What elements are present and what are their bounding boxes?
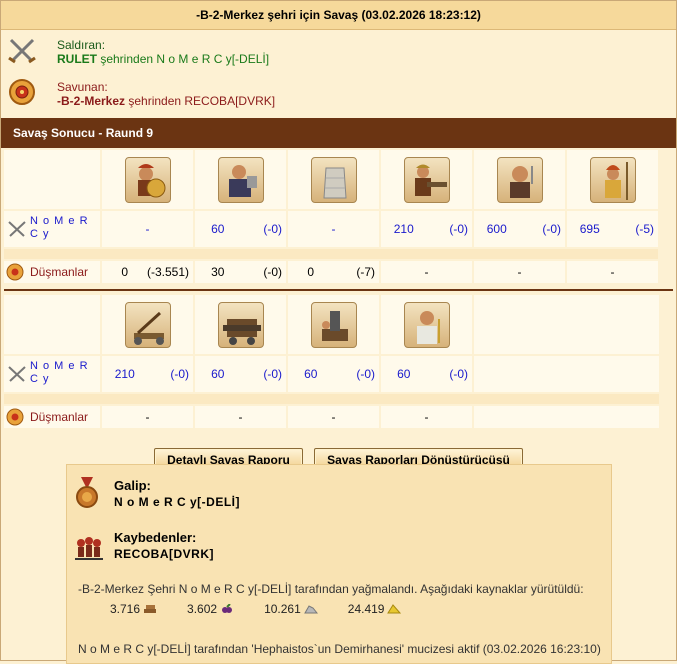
battle-result-bar: Savaş Sonucu - Raund 9 <box>1 118 676 148</box>
row-spacer <box>4 249 658 259</box>
unit-count-cell: 60 (-0) <box>195 356 286 392</box>
enemy-count-cell: - <box>381 261 472 283</box>
battle-outcome-panel: Galip: N o M e R C y[-DELİ] Kaybedenler:… <box>66 464 612 664</box>
player-name-link[interactable]: N o M e R C y <box>30 215 100 241</box>
doctor-icon[interactable] <box>403 301 450 348</box>
loot-marble: 10.261 <box>264 602 318 616</box>
player-name-link[interactable]: N o M e R C y <box>30 360 100 386</box>
spearman-icon[interactable] <box>589 156 636 203</box>
empty-count-cell <box>474 406 659 428</box>
enemy-count-cell: - <box>195 406 286 428</box>
unit-count-cell: 695 (-5) <box>567 211 658 247</box>
wine-icon <box>222 604 233 613</box>
unit-cell <box>195 150 286 209</box>
attacker-section: Saldıran: RULET şehrinden N o M e R C y[… <box>1 30 676 70</box>
empty-header-cell <box>4 150 100 209</box>
mortar-icon[interactable] <box>310 301 357 348</box>
unit-cell <box>288 150 379 209</box>
loot-amount: 24.419 <box>347 602 385 616</box>
empty-unit-cell <box>474 295 659 354</box>
defender-name: şehrinden RECOBA[DVRK] <box>125 94 276 108</box>
crossed-swords-icon <box>8 221 26 237</box>
unit-cell <box>567 150 658 209</box>
loot-wine: 3.602 <box>187 602 234 616</box>
steam-giant-icon[interactable] <box>217 156 264 203</box>
hoplite-icon[interactable] <box>124 156 171 203</box>
crossed-swords-icon <box>8 38 36 64</box>
unit-count-cell: 60 (-0) <box>288 356 379 392</box>
marble-icon <box>303 605 318 614</box>
shield-icon <box>6 263 24 281</box>
miracle-text: N o M e R C y[-DELİ] tarafından 'Hephais… <box>78 642 601 656</box>
enemy-row-label: Düşmanlar <box>4 406 100 428</box>
unit-count-cell: - <box>288 211 379 247</box>
enemy-count-cell: - <box>567 261 658 283</box>
sulfur-icon <box>387 604 402 614</box>
enemy-count-cell: - <box>102 406 193 428</box>
unit-count-cell: 600 (-0) <box>474 211 565 247</box>
unit-cell <box>288 295 379 354</box>
losers-label: Kaybedenler: <box>114 530 197 545</box>
unit-count-cell: 210 (-0) <box>102 356 193 392</box>
swordsman-icon[interactable] <box>496 156 543 203</box>
crossed-swords-icon <box>8 366 26 382</box>
my-units-row-label: N o M e R C y <box>4 211 100 247</box>
my-units-row-label: N o M e R C y <box>4 356 100 392</box>
ram-icon[interactable] <box>217 301 264 348</box>
empty-count-cell <box>474 356 659 392</box>
enemies-label: Düşmanlar <box>30 410 89 424</box>
units-table-1: N o M e R C y - 60 (-0) - 210 (-0) 600 (-0)… <box>2 148 660 285</box>
enemy-count-cell: - <box>381 406 472 428</box>
defeated-army-icon <box>75 537 103 560</box>
attacker-label: Saldıran: <box>57 38 106 52</box>
enemy-count-cell: - <box>474 261 565 283</box>
shield-icon <box>6 408 24 426</box>
enemies-label: Düşmanlar <box>30 265 89 279</box>
defender-city-link[interactable]: -B-2-Merkez <box>57 94 125 108</box>
enemy-count-cell: 0 (-7) <box>288 261 379 283</box>
attacker-name: şehrinden N o M e R C y[-DELİ] <box>97 52 270 66</box>
loot-wood: 3.716 <box>110 602 157 616</box>
block-separator <box>4 289 673 291</box>
loot-amount: 3.716 <box>110 602 141 616</box>
loot-amount: 3.602 <box>187 602 218 616</box>
winner-label: Galip: <box>114 478 151 493</box>
loot-list: 3.716 3.602 10.261 24.419 <box>110 602 431 616</box>
empty-header-cell <box>4 295 100 354</box>
wood-icon <box>144 605 157 613</box>
gunner-icon[interactable] <box>403 156 450 203</box>
loser-name: RECOBA[DVRK] <box>114 547 214 561</box>
loot-sulfur: 24.419 <box>348 602 402 616</box>
defender-section: Savunan: -B-2-Merkez şehrinden RECOBA[DV… <box>1 72 676 112</box>
plunder-text: -B-2-Merkez Şehri N o M e R C y[-DELİ] t… <box>78 582 584 596</box>
unit-count-cell: 60 (-0) <box>381 356 472 392</box>
attacker-city-link[interactable]: RULET <box>57 52 97 66</box>
unit-count-cell: 60 (-0) <box>195 211 286 247</box>
enemy-row-label: Düşmanlar <box>4 261 100 283</box>
unit-cell <box>381 295 472 354</box>
enemy-count-cell: 30 (-0) <box>195 261 286 283</box>
report-title: -B-2-Merkez şehri için Savaş (03.02.2026… <box>1 1 676 30</box>
units-table-2: N o M e R C y 210 (-0) 60 (-0) 60 (-0) 60 (-… <box>2 293 661 430</box>
unit-cell <box>381 150 472 209</box>
defender-label: Savunan: <box>57 80 108 94</box>
row-spacer <box>4 394 659 404</box>
battle-report: -B-2-Merkez şehri için Savaş (03.02.2026… <box>0 0 677 664</box>
unit-cell <box>195 295 286 354</box>
shield-icon <box>9 79 35 105</box>
unit-cell <box>102 150 193 209</box>
unit-cell <box>102 295 193 354</box>
loot-amount: 10.261 <box>264 602 301 616</box>
catapult-icon[interactable] <box>124 301 171 348</box>
wall-icon[interactable] <box>310 156 357 203</box>
enemy-count-cell: - <box>288 406 379 428</box>
unit-cell <box>474 150 565 209</box>
unit-count-cell: - <box>102 211 193 247</box>
winner-name: N o M e R C y[-DELİ] <box>114 495 240 509</box>
enemy-count-cell: 0 (-3.551) <box>102 261 193 283</box>
medal-icon <box>76 477 98 508</box>
unit-count-cell: 210 (-0) <box>381 211 472 247</box>
